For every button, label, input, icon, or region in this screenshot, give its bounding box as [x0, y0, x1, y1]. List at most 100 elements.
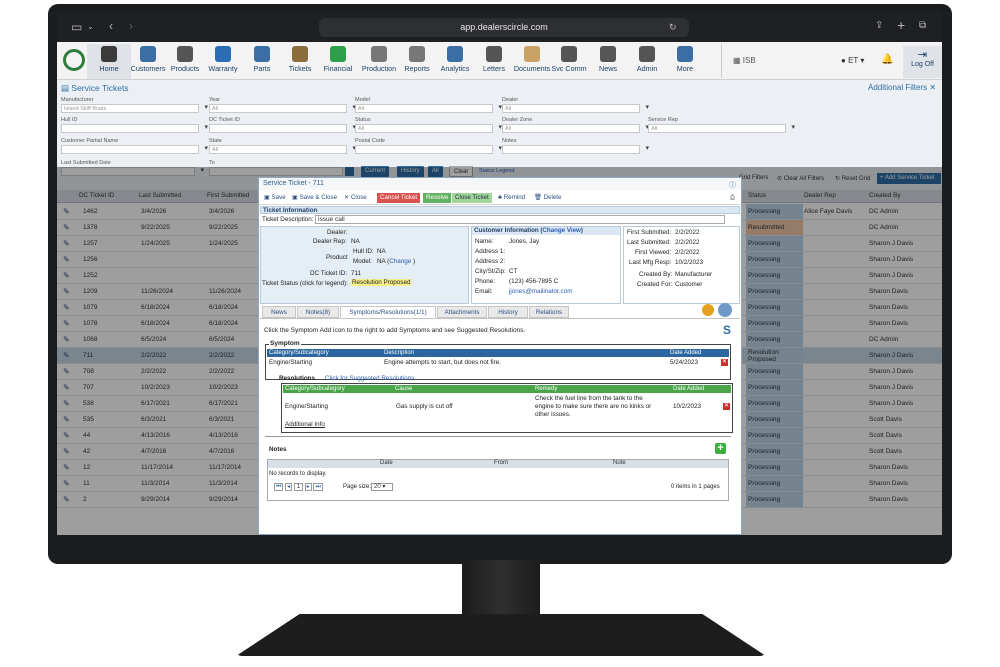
- last-submitted-label: Last Submitted Date: [61, 160, 111, 166]
- first-page-icon[interactable]: ⏮: [274, 483, 284, 491]
- tab-news[interactable]: News: [262, 306, 296, 318]
- reload-icon[interactable]: ↻: [669, 20, 677, 34]
- language-selector[interactable]: ● ET ▾: [841, 56, 864, 65]
- address-bar[interactable]: app.dealerscircle.com: [319, 18, 689, 37]
- nav-admin-icon: [639, 46, 655, 62]
- forward-icon[interactable]: ›: [129, 19, 133, 33]
- ticket-description-label: Ticket Description:: [262, 216, 314, 223]
- nav-item-more[interactable]: More: [663, 44, 707, 79]
- ticket-status-label[interactable]: Ticket Status (click for legend):: [262, 280, 348, 287]
- additional-info-link[interactable]: Additional Info: [285, 421, 325, 428]
- resolve-button[interactable]: Resolve: [423, 193, 452, 203]
- nav-item-financial[interactable]: Financial: [316, 44, 360, 79]
- delete-button[interactable]: 🗑 Delete: [531, 193, 564, 203]
- model-label: Model:: [353, 258, 372, 265]
- close-ticket-button[interactable]: Close Ticket: [452, 193, 492, 203]
- nav-item-label: Warranty: [208, 64, 238, 73]
- cust-phone-label: Phone:: [475, 278, 495, 285]
- delete-resolution-icon[interactable]: ✕: [723, 403, 730, 410]
- add-note-icon[interactable]: +: [715, 443, 726, 454]
- customer-partial-input[interactable]: [61, 145, 208, 154]
- change-view-link[interactable]: Change View: [542, 227, 580, 234]
- notes-input[interactable]: [502, 145, 649, 154]
- tabs-overview-icon[interactable]: ⧉: [919, 19, 926, 33]
- close-button[interactable]: ✕ Close: [341, 193, 370, 203]
- manufacturer-select[interactable]: Island Skiff Boats: [61, 104, 208, 113]
- chevron-down-icon[interactable]: ⌄: [87, 20, 94, 34]
- year-label: Year: [209, 97, 221, 103]
- nav-item-warranty[interactable]: Warranty: [201, 44, 245, 79]
- page-size-select[interactable]: 20 ▾: [371, 483, 393, 491]
- delete-symptom-icon[interactable]: ✕: [721, 359, 728, 366]
- year-select[interactable]: All: [209, 104, 356, 113]
- dealer-zone-select[interactable]: All: [502, 124, 649, 133]
- tab-attachments[interactable]: Attachments: [437, 306, 487, 318]
- save-close-button[interactable]: ▣ Save & Close: [289, 193, 340, 203]
- help-icon[interactable]: ⓘ: [729, 180, 736, 190]
- screen: ▭ ⌄ ‹ › app.dealerscircle.com ↻ ⇪ + ⧉ Ho…: [57, 12, 942, 535]
- dealer-select[interactable]: All: [502, 104, 649, 113]
- print-icon[interactable]: ⎙: [727, 193, 738, 203]
- cancel-ticket-button[interactable]: Cancel Ticket: [377, 193, 421, 203]
- gear-icon[interactable]: [718, 303, 732, 317]
- nav-item-label: Analytics: [440, 64, 470, 73]
- nav-warranty-icon: [215, 46, 231, 62]
- back-icon[interactable]: ‹: [109, 19, 113, 33]
- sidebar-icon[interactable]: ▭: [71, 20, 82, 34]
- prev-page-icon[interactable]: ◂: [285, 483, 293, 491]
- change-model-link[interactable]: Change: [389, 258, 411, 265]
- nav-svc-comm-icon: [561, 46, 577, 62]
- postal-code-input[interactable]: [355, 145, 502, 154]
- notes-h-from: From: [494, 460, 508, 466]
- additional-filters-link[interactable]: Additional Filters ✕: [868, 83, 936, 92]
- delete-label: Delete: [543, 194, 562, 201]
- hull-id-label: Hull ID:: [353, 248, 374, 255]
- suggested-resolutions-link[interactable]: Click for Suggested Resolutions: [325, 375, 414, 382]
- app-logo: [63, 49, 85, 71]
- tab-symptoms-resolutions[interactable]: Symptoms/Resolutions(1/1): [340, 306, 436, 318]
- badge-icon[interactable]: [702, 304, 714, 316]
- main-navigation: Home Customers Products Warranty Parts Ticket…: [57, 42, 942, 80]
- dealer-rep-label: Dealer Rep:: [313, 238, 347, 245]
- model-select[interactable]: All: [355, 104, 502, 113]
- cust-email-link[interactable]: jjones@mailinator.com: [509, 288, 572, 295]
- last-submitted-value: 2/2/2022: [675, 239, 700, 246]
- nav-item-news[interactable]: News: [586, 44, 630, 79]
- building-icon: ▦: [733, 56, 741, 65]
- tab-notes[interactable]: Notes(8): [297, 306, 339, 318]
- hull-id-input[interactable]: [61, 124, 208, 133]
- dc-ticket-input[interactable]: [209, 124, 356, 133]
- nav-item-home[interactable]: Home: [87, 44, 131, 79]
- nav-item-analytics[interactable]: Analytics: [433, 44, 477, 79]
- nav-item-label: Tickets: [288, 64, 312, 73]
- ticket-description-input[interactable]: issue call: [315, 215, 725, 224]
- tab-history[interactable]: History: [488, 306, 528, 318]
- cust-phone-value: (123) 456-7895 C: [509, 278, 559, 285]
- cancel-label: Cancel Ticket: [380, 194, 418, 201]
- last-page-icon[interactable]: ⏭: [313, 483, 323, 491]
- new-tab-icon[interactable]: +: [897, 18, 905, 32]
- logoff-button[interactable]: ⇥ Log Off: [903, 46, 942, 78]
- nav-item-svc-comm[interactable]: Svc Comm: [547, 44, 591, 79]
- language-text: ET: [848, 56, 859, 65]
- symptom-add-icon[interactable]: S: [723, 323, 731, 337]
- save-button[interactable]: ▣ Save: [261, 193, 289, 203]
- tab-relations[interactable]: Relations: [529, 306, 569, 318]
- status-select[interactable]: All: [355, 124, 502, 133]
- browser-toolbar: ▭ ⌄ ‹ › app.dealerscircle.com ↻ ⇪ + ⧉: [57, 12, 942, 42]
- share-icon[interactable]: ⇪: [875, 19, 883, 33]
- service-rep-select[interactable]: All: [648, 124, 795, 133]
- nav-news-icon: [600, 46, 616, 62]
- state-select[interactable]: All: [209, 145, 356, 154]
- next-page-icon[interactable]: ▸: [304, 483, 312, 491]
- bell-icon[interactable]: 🔔: [881, 54, 893, 65]
- page-number[interactable]: 1: [293, 483, 304, 491]
- isb-label[interactable]: ▦ ISB: [733, 56, 756, 65]
- monitor-stand-base: [236, 614, 766, 656]
- symptom-desc: Engine attempts to start, but does not f…: [384, 359, 501, 366]
- dealer-label: Dealer: [502, 97, 519, 103]
- ticket-status-value[interactable]: Resolution Proposed: [351, 279, 412, 286]
- close-label: Close: [350, 194, 367, 201]
- remind-button[interactable]: ♣ Remind: [495, 193, 528, 203]
- notes-h-note: Note: [613, 460, 626, 466]
